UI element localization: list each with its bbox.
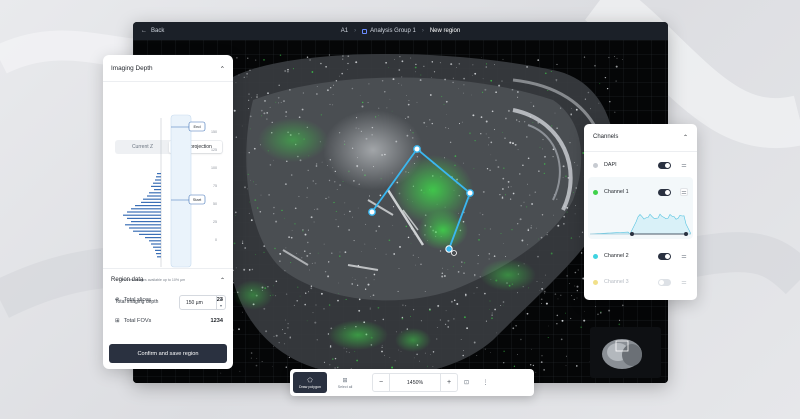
confirm-save-button[interactable]: Confirm and save region [109,344,227,363]
depth-tick-label: 100 [211,166,217,170]
select-icon: ⊞ [342,377,348,384]
more-options-icon[interactable]: ⋮ [478,375,493,390]
draw-polygon-button[interactable]: ⬠ Draw polygon [293,372,327,393]
total-slices-row: ⊜ Total slices 23 [115,297,223,303]
depth-tick-label: 50 [213,202,217,206]
sliders-icon[interactable]: ⚌ [680,252,688,260]
depth-bar [135,205,161,207]
sliders-icon[interactable]: ⚌ [680,188,688,196]
region-data-header[interactable]: Region data ⌃ [111,277,225,284]
depth-bar [151,185,161,187]
channel-toggle[interactable] [658,161,671,169]
polygon-vertex [413,145,421,153]
polygon-vertex [445,245,453,253]
depth-tick-label: 150 [211,130,217,134]
depth-bar [156,253,161,255]
minimap-thumbnail [602,339,642,369]
zoom-control: − 1450% + [372,373,458,392]
breadcrumb: A1 › Analysis Group 1 › New region [133,22,668,40]
range-handle-max [684,232,688,236]
channel-row-3[interactable]: Channel 3 ⚌ [593,275,688,289]
depth-tick-label: 75 [213,184,217,188]
channel-toggle[interactable] [658,278,671,286]
zoom-out-button[interactable]: − [373,374,389,391]
stepper-down-icon[interactable]: ▼ [219,304,222,308]
fit-view-icon[interactable]: ⊡ [459,375,474,390]
channel-toggle[interactable] [658,252,671,260]
layers-icon: ⊜ [115,297,120,303]
channel-color-dot [593,162,598,168]
depth-bar [149,192,161,194]
total-fovs-row: ⊞ Total FOVs 1234 [115,318,223,324]
crumb-current: New region [429,28,461,34]
zoom-in-button[interactable]: + [441,374,457,391]
sliders-icon[interactable]: ⚌ [680,161,688,169]
channel-row-2[interactable]: Channel 2 ⚌ [593,249,688,263]
depth-bar [155,179,161,181]
depth-bar [143,198,161,200]
channel-color-dot [593,253,598,259]
sliders-icon[interactable]: ⚌ [680,278,688,286]
end-label: End [193,124,200,129]
channels-title: Channels [593,134,619,140]
polygon-vertex [368,208,376,216]
depth-bar [131,221,161,223]
depth-bar [149,240,161,242]
depth-bar [125,224,161,226]
depth-bar [133,230,161,232]
depth-bar [151,243,161,245]
left-panel: Imaging Depth ⌃ Current Z Max projection… [103,55,233,369]
channel-row-1[interactable]: Channel 1 ⚌ [593,185,688,199]
depth-bar [141,201,161,203]
depth-bar [131,208,161,210]
depth-bar [155,249,161,251]
channel-toggle[interactable] [658,188,671,196]
depth-bar [153,246,161,248]
chevron-right-icon: › [421,28,424,34]
minimap[interactable] [590,327,661,378]
depth-bar [147,195,161,197]
start-label: Start [193,197,202,202]
region-data-title: Region data [111,277,144,283]
depth-bar [154,189,161,191]
depth-bar [127,217,161,219]
depth-tick-label: 0 [215,238,217,242]
chevron-right-icon: › [354,28,357,34]
crumb-well[interactable]: A1 [341,28,348,34]
depth-bar [139,233,161,235]
depth-bar [145,237,161,239]
chevron-up-icon[interactable]: ⌃ [220,277,225,284]
depth-bar [153,182,161,184]
chevron-up-icon[interactable]: ⌃ [683,134,688,141]
depth-histogram: 150 125 100 75 50 25 0 End Start [123,114,217,268]
channel-1-histogram[interactable] [590,203,691,239]
channel-color-dot [593,279,598,285]
grid-icon: ⊞ [115,318,120,324]
group-icon [362,28,368,34]
depth-bar [157,256,161,258]
bottom-toolbar: ⬠ Draw polygon ⊞ Select all − 1450% + ⊡ … [290,369,534,396]
channels-header[interactable]: Channels ⌃ [593,134,688,141]
depth-tick-label: 125 [211,148,217,152]
range-handle-min [630,232,634,236]
depth-bar [129,227,161,229]
crumb-group[interactable]: Analysis Group 1 [362,28,416,34]
zoom-level[interactable]: 1450% [389,374,441,391]
depth-tick-label: 25 [213,220,217,224]
depth-bar [156,176,161,178]
depth-bar [127,211,161,213]
channel-color-dot [593,189,598,195]
channel-row-dapi[interactable]: DAPI ⚌ [593,158,688,172]
depth-bar [123,214,161,216]
depth-bar [157,173,161,175]
polygon-icon: ⬠ [307,377,313,384]
select-all-button[interactable]: ⊞ Select all [328,372,362,393]
polygon-vertex [466,189,474,197]
channels-panel: Channels ⌃ DAPI ⚌ Channel 1 ⚌ Channel 2 … [584,124,697,300]
viewer-topbar: ← Back A1 › Analysis Group 1 › New regio… [133,22,668,40]
